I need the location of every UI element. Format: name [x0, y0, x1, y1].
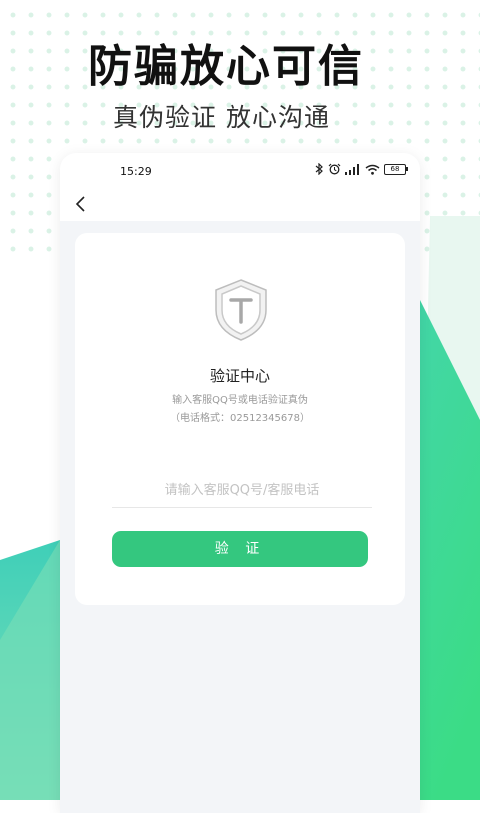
- signal-icon: [345, 163, 359, 175]
- alarm-icon: [328, 163, 341, 175]
- verification-card: 验证中心 输入客服QQ号或电话验证真伪 （电话格式：02512345678） 验…: [75, 233, 405, 605]
- verify-input[interactable]: [112, 473, 372, 508]
- phone-screen: 15:29 68 验证中心 输入客服QQ号或电话验证真伪 （电话格式：02512…: [60, 153, 420, 813]
- wifi-icon: [365, 164, 380, 175]
- verify-button[interactable]: 验 证: [112, 531, 368, 567]
- status-bar: 15:29 68: [60, 153, 420, 189]
- card-title: 验证中心: [209, 367, 270, 385]
- promo-subheadline: 真伪验证 放心沟通: [113, 103, 330, 132]
- bluetooth-icon: [315, 163, 323, 175]
- nav-bar: [60, 189, 420, 221]
- shield-icon: [215, 279, 267, 341]
- status-icons: 68: [315, 163, 408, 175]
- chevron-left-icon[interactable]: [70, 193, 92, 215]
- status-time: 15:29: [120, 165, 152, 178]
- promo-headline: 防骗放心可信: [88, 41, 364, 92]
- battery-icon: 68: [384, 163, 408, 175]
- card-description: 输入客服QQ号或电话验证真伪: [172, 395, 308, 406]
- phone-format-hint: （电话格式：02512345678）: [170, 413, 310, 424]
